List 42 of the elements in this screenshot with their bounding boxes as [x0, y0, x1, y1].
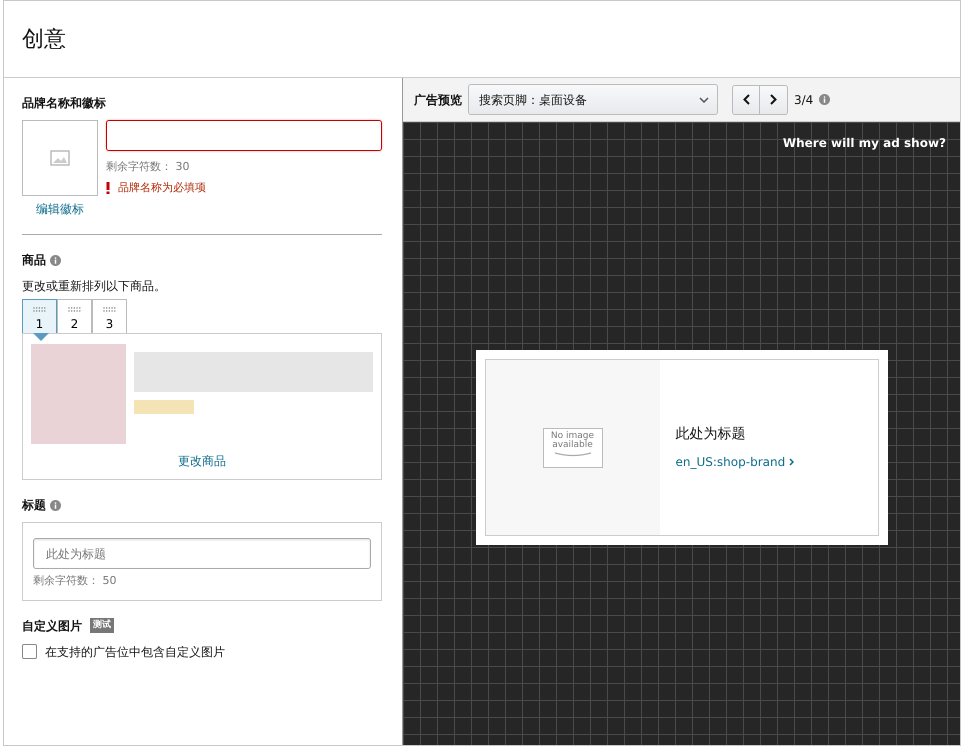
info-icon[interactable] [50, 500, 61, 510]
error-icon [106, 182, 110, 194]
product-tab[interactable]: 2 [57, 299, 92, 333]
info-icon[interactable] [50, 254, 61, 266]
section-heading: 标题 [22, 497, 46, 514]
headline-field[interactable]: 此处为标题 [33, 538, 371, 569]
brand-store-link[interactable]: en_US:shop-brand [676, 453, 794, 471]
page-title: 创意 [22, 26, 66, 54]
logo-placeholder[interactable] [22, 120, 98, 196]
drag-handle-icon [33, 307, 46, 312]
no-image-text: No image available [550, 430, 594, 450]
section-heading: 品牌名称和徽标 [22, 95, 107, 112]
chevron-down-icon [699, 96, 709, 102]
section-heading: 自定义图片 [22, 618, 82, 634]
drag-handle-icon [68, 307, 81, 312]
section-heading: 商品 [22, 252, 46, 269]
blurred-rating [134, 400, 194, 414]
instruction-text: 更改或重新排列以下商品。 [22, 278, 167, 295]
product-tab[interactable]: 3 [92, 299, 127, 333]
drag-handle-icon [103, 307, 116, 312]
next-button[interactable] [760, 84, 788, 114]
chevron-right-icon [770, 94, 777, 105]
beta-tag: 测试 [90, 618, 114, 634]
change-products-link[interactable]: 更改商品 [178, 454, 226, 468]
image-icon [50, 150, 70, 166]
remaining-characters: 剩余字符数： 50 [33, 573, 118, 589]
chevron-left-icon [742, 94, 750, 105]
error-message: 品牌名称为必填项 [118, 180, 206, 196]
edit-logo-link[interactable]: 编辑徽标 [36, 200, 84, 218]
info-icon[interactable] [819, 94, 830, 105]
brand-name-field[interactable] [106, 120, 382, 151]
ad-headline: 此处为标题 [676, 425, 746, 444]
preview-counter: 3/4 [794, 92, 814, 108]
checkbox-label: 在支持的广告位中包含自定义图片 [45, 644, 225, 660]
remaining-characters: 剩余字符数： 30 [106, 159, 190, 175]
chevron-right-icon [789, 458, 794, 466]
help-link[interactable]: Where will my ad show? [782, 134, 946, 152]
checkbox[interactable] [22, 644, 37, 659]
product-tab[interactable]: 1 [22, 299, 57, 333]
placement-dropdown[interactable]: 搜索页脚：桌面设备 [468, 84, 718, 115]
previous-button[interactable] [732, 84, 760, 114]
preview-label: 广告预览 [414, 92, 462, 108]
